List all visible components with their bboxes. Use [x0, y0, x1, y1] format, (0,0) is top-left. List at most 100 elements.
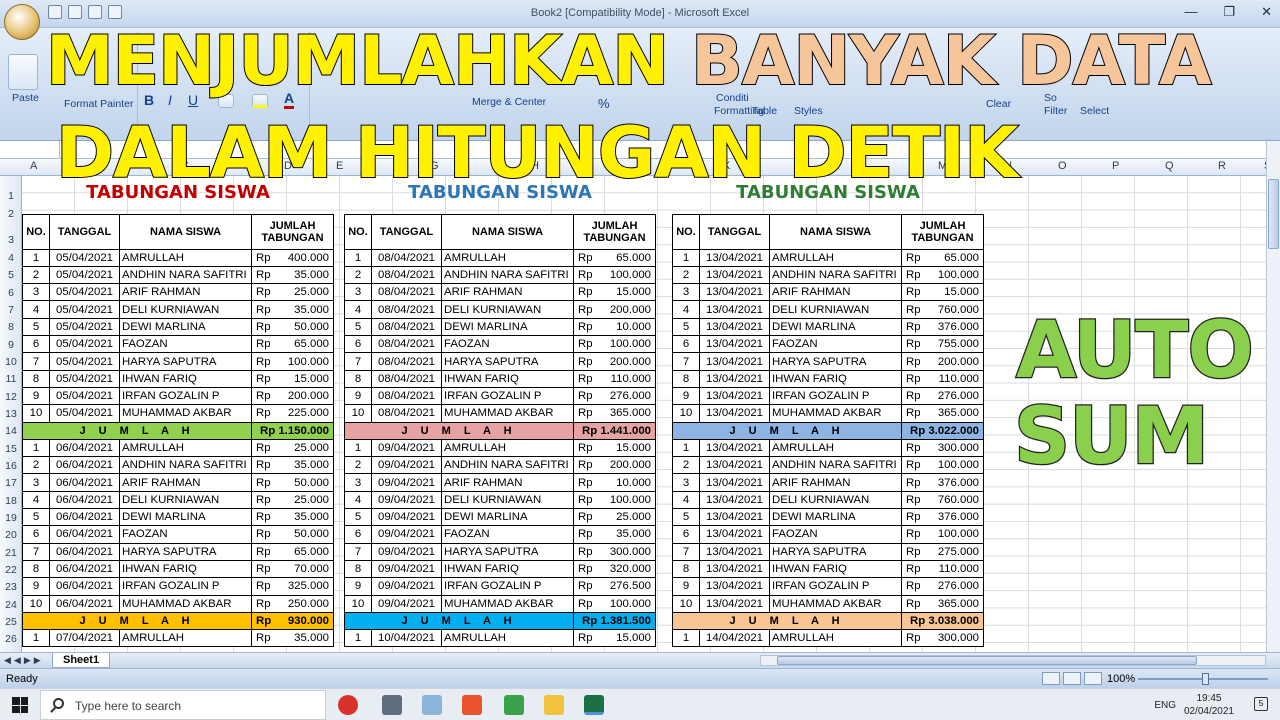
cell-currency[interactable]: Rp — [901, 542, 936, 561]
cell-date[interactable]: 09/04/2021 — [371, 577, 442, 596]
cell-currency[interactable]: Rp — [251, 542, 286, 561]
cell-date[interactable]: 13/04/2021 — [699, 456, 770, 475]
cell-date[interactable]: 08/04/2021 — [371, 300, 442, 319]
cell-currency[interactable]: Rp — [901, 473, 936, 492]
cell-amount[interactable]: 25.000 — [285, 283, 334, 302]
cell-currency[interactable]: Rp — [901, 283, 936, 302]
cell-amount[interactable]: 100.000 — [935, 525, 984, 544]
header-no[interactable]: NO. — [344, 214, 372, 250]
cell-name[interactable]: DEWI MARLINA — [119, 317, 252, 337]
cell-amount[interactable]: 276.000 — [607, 386, 656, 406]
cell-name[interactable]: IHWAN FARIQ — [769, 369, 902, 388]
cell-amount[interactable]: 35.000 — [285, 629, 334, 648]
cell-date[interactable]: 13/04/2021 — [699, 508, 770, 527]
cell-date[interactable]: 08/04/2021 — [371, 248, 442, 267]
cell-currency[interactable]: Rp — [573, 317, 608, 337]
cell-date[interactable]: 13/04/2021 — [699, 335, 770, 354]
cell-name[interactable]: ARIF RAHMAN — [769, 283, 902, 302]
cell-no[interactable]: 3 — [672, 283, 700, 302]
cell-name[interactable]: DELI KURNIAWAN — [769, 300, 902, 319]
cell-no[interactable]: 5 — [22, 508, 50, 527]
cell-amount[interactable]: 100.000 — [607, 594, 656, 613]
cell-date[interactable]: 06/04/2021 — [49, 594, 120, 613]
cell-amount[interactable]: 50.000 — [285, 473, 334, 492]
cell-date[interactable]: 06/04/2021 — [49, 577, 120, 596]
cell-name[interactable]: IHWAN FARIQ — [441, 369, 574, 388]
cell-currency[interactable]: Rp — [251, 369, 286, 388]
cell-currency[interactable]: Rp — [901, 508, 936, 527]
cell-name[interactable]: IRFAN GOZALIN P — [769, 386, 902, 406]
cell-date[interactable]: 05/04/2021 — [49, 317, 120, 337]
total-amount[interactable]: Rp 3.022.000 — [901, 421, 984, 440]
cell-currency[interactable]: Rp — [901, 317, 936, 337]
cell-date[interactable]: 08/04/2021 — [371, 335, 442, 354]
cell-no[interactable]: 3 — [672, 473, 700, 492]
header-date[interactable]: TANGGAL — [699, 214, 770, 250]
cell-amount[interactable]: 200.000 — [607, 300, 656, 319]
cell-amount[interactable]: 10.000 — [607, 473, 656, 492]
cell-date[interactable]: 06/04/2021 — [49, 525, 120, 544]
row-header[interactable]: 25 — [0, 616, 22, 628]
cell-date[interactable]: 09/04/2021 — [371, 438, 442, 458]
windows-start-icon[interactable] — [12, 697, 28, 713]
file-explorer-icon[interactable] — [544, 695, 564, 715]
cell-name[interactable]: IHWAN FARIQ — [769, 559, 902, 579]
cell-no[interactable]: 4 — [22, 300, 50, 319]
cell-amount[interactable]: 276.000 — [935, 577, 984, 596]
cell-no[interactable]: 10 — [344, 404, 372, 423]
cell-date[interactable]: 08/04/2021 — [371, 317, 442, 337]
header-no[interactable]: NO. — [672, 214, 700, 250]
header-name[interactable]: NAMA SISWA — [441, 214, 574, 250]
camtasia-red-app-icon[interactable] — [462, 695, 482, 715]
cell-no[interactable]: 1 — [22, 248, 50, 267]
header-date[interactable]: TANGGAL — [49, 214, 120, 250]
row-header[interactable]: 10 — [0, 356, 22, 368]
cell-amount[interactable]: 276.500 — [607, 577, 656, 596]
cell-date[interactable]: 06/04/2021 — [49, 456, 120, 475]
office-button[interactable] — [4, 4, 40, 40]
cell-no[interactable]: 6 — [672, 525, 700, 544]
total-label[interactable]: J U M L A H — [22, 611, 252, 631]
cell-currency[interactable]: Rp — [251, 438, 286, 458]
cell-currency[interactable]: Rp — [251, 404, 286, 423]
row-header[interactable]: 24 — [0, 599, 22, 611]
header-no[interactable]: NO. — [22, 214, 50, 250]
page-break-icon[interactable] — [1084, 672, 1102, 685]
row-header[interactable]: 19 — [0, 512, 22, 524]
row-header[interactable]: 18 — [0, 495, 22, 507]
cell-currency[interactable]: Rp — [251, 559, 286, 579]
cell-amount[interactable]: 760.000 — [935, 300, 984, 319]
cell-no[interactable]: 1 — [22, 438, 50, 458]
cell-name[interactable]: DELI KURNIAWAN — [769, 490, 902, 510]
cell-name[interactable]: ANDHIN NARA SAFITRI — [119, 456, 252, 475]
cell-no[interactable]: 6 — [344, 335, 372, 354]
cell-currency[interactable]: Rp — [251, 490, 286, 510]
cell-currency[interactable]: Rp — [573, 508, 608, 527]
cell-name[interactable]: DEWI MARLINA — [769, 508, 902, 527]
cell-currency[interactable]: Rp — [573, 577, 608, 596]
cell-amount[interactable]: 50.000 — [285, 525, 334, 544]
row-header[interactable]: 11 — [0, 373, 22, 385]
cell-amount[interactable]: 35.000 — [285, 508, 334, 527]
cell-name[interactable]: IHWAN FARIQ — [119, 559, 252, 579]
cell-date[interactable]: 13/04/2021 — [699, 490, 770, 510]
row-header[interactable]: 6 — [0, 287, 22, 299]
cell-name[interactable]: ARIF RAHMAN — [119, 473, 252, 492]
cell-no[interactable]: 10 — [672, 594, 700, 613]
camtasia-green-app-icon[interactable] — [504, 695, 524, 715]
cell-date[interactable]: 14/04/2021 — [699, 629, 770, 648]
row-header[interactable]: 17 — [0, 477, 22, 489]
cell-amount[interactable]: 365.000 — [607, 404, 656, 423]
cell-name[interactable]: IRFAN GOZALIN P — [441, 386, 574, 406]
cell-amount[interactable]: 300.000 — [935, 629, 984, 648]
cell-name[interactable]: ARIF RAHMAN — [119, 283, 252, 302]
cell-currency[interactable]: Rp — [251, 352, 286, 371]
cell-amount[interactable]: 200.000 — [935, 352, 984, 371]
cell-no[interactable]: 3 — [22, 283, 50, 302]
cell-amount[interactable]: 100.000 — [935, 456, 984, 475]
cell-name[interactable]: FAOZAN — [769, 525, 902, 544]
total-amount[interactable]: Rp 1.381.500 — [573, 611, 656, 631]
cell-no[interactable]: 2 — [672, 265, 700, 285]
row-header[interactable]: 21 — [0, 547, 22, 559]
cell-name[interactable]: DELI KURNIAWAN — [119, 490, 252, 510]
